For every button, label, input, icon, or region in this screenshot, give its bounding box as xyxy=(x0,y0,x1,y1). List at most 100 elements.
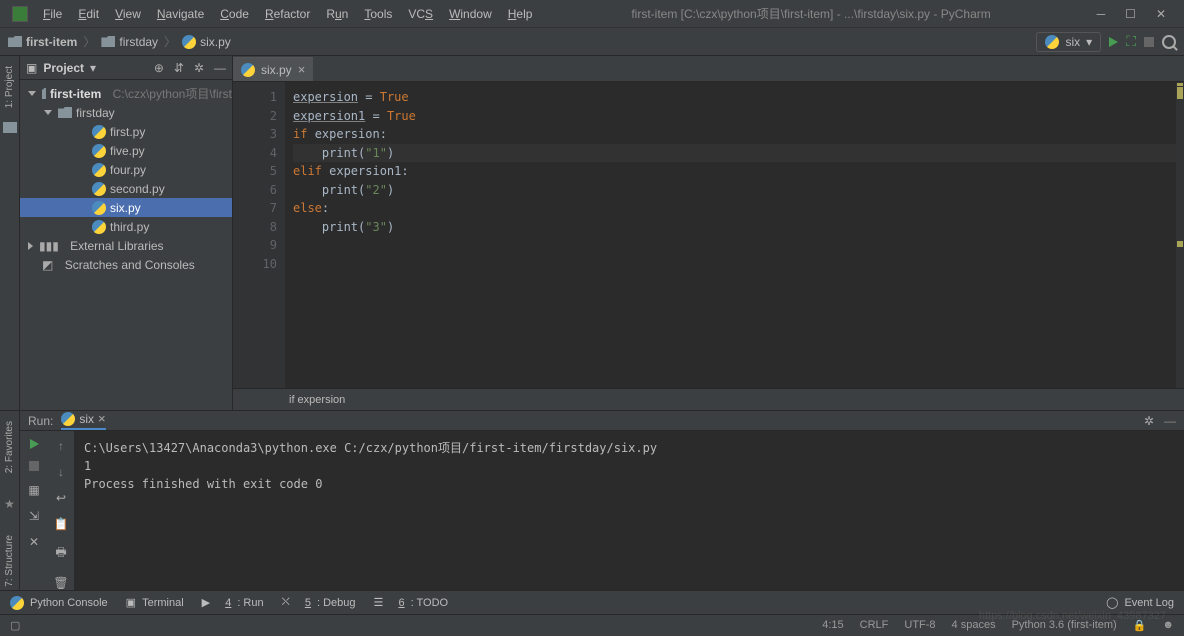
hide-icon[interactable]: — xyxy=(1164,414,1176,428)
search-button[interactable] xyxy=(1162,35,1176,49)
menu-navigate[interactable]: Navigate xyxy=(150,4,211,24)
folder-icon[interactable] xyxy=(3,122,17,133)
chevron-down-icon: ▾ xyxy=(1086,35,1092,49)
editor-marker-strip xyxy=(1176,82,1184,388)
menu-tools[interactable]: Tools xyxy=(357,4,399,24)
collapse-icon[interactable]: ⇵ xyxy=(174,61,184,75)
libraries-icon: ▮▮▮ xyxy=(39,239,59,253)
folder-icon xyxy=(58,107,72,118)
lock-icon[interactable]: 🔒 xyxy=(1133,619,1147,632)
hide-icon[interactable]: — xyxy=(214,61,226,75)
tab-terminal[interactable]: ▣Terminal xyxy=(126,596,184,609)
code-editor[interactable]: expersion = True expersion1 = True if ex… xyxy=(285,82,1176,388)
editor-tab[interactable]: six.py × xyxy=(233,57,313,81)
debug-button[interactable]: ⛶ xyxy=(1126,33,1136,50)
tab-debug[interactable]: ⛌ 5: Debug xyxy=(282,596,356,609)
menu-run[interactable]: Run xyxy=(319,4,355,24)
run-side-toolbar-2: ↑ ↓ ↩ 📋 🖶 🗑 xyxy=(48,431,74,590)
crumb-file-label: six.py xyxy=(200,35,231,49)
stop-run-button[interactable] xyxy=(29,461,39,471)
crumb-folder[interactable]: firstday xyxy=(101,35,158,49)
gear-icon[interactable]: ✲ xyxy=(194,61,204,75)
menu-view[interactable]: View xyxy=(108,4,148,24)
tree-file[interactable]: five.py xyxy=(20,141,232,160)
menu-refactor[interactable]: Refactor xyxy=(258,4,317,24)
folder-icon xyxy=(42,88,46,99)
menu-code[interactable]: Code xyxy=(213,4,256,24)
layout-toggle-icon[interactable]: ▢ xyxy=(10,619,20,632)
output-line: Process finished with exit code 0 xyxy=(84,475,1174,493)
tree-file[interactable]: third.py xyxy=(20,217,232,236)
print-icon[interactable]: 🖶 xyxy=(55,543,66,564)
sidetab-project[interactable]: 1: Project xyxy=(4,66,15,108)
tree-file[interactable]: four.py xyxy=(20,160,232,179)
tree-file-selected[interactable]: six.py xyxy=(20,198,232,217)
nav-breadcrumbs: first-item 〉 firstday 〉 six.py six ▾ ⛶ xyxy=(0,28,1184,56)
line-gutter: 1 2 3 4 5 6 7 8 9 10 xyxy=(233,82,285,388)
run-tab[interactable]: six × xyxy=(61,411,105,430)
todo-icon: ☰ xyxy=(374,596,384,609)
window-title: first-item [C:\czx\python项目\first-item] … xyxy=(539,5,1082,22)
close-button[interactable]: ✕ xyxy=(1156,7,1166,21)
close-tab-icon[interactable]: × xyxy=(298,62,306,77)
warning-marker[interactable] xyxy=(1177,83,1183,86)
menu-vcs[interactable]: VCS xyxy=(401,4,440,24)
status-encoding[interactable]: UTF-8 xyxy=(904,619,935,632)
status-interpreter[interactable]: Python 3.6 (first-item) xyxy=(1012,619,1117,632)
stop-button[interactable] xyxy=(1144,37,1154,47)
scroll-from-source-icon[interactable]: ⊕ xyxy=(154,61,164,75)
menu-file[interactable]: File xyxy=(36,4,69,24)
tab-todo[interactable]: ☰ 6: TODO xyxy=(374,596,449,609)
tree-file-label: second.py xyxy=(110,182,165,196)
down-arrow-icon[interactable]: ↓ xyxy=(58,465,64,479)
sidetab-structure[interactable]: 7: Structure xyxy=(4,535,15,587)
tab-event-log[interactable]: Event Log xyxy=(1124,597,1174,609)
crumb-root[interactable]: first-item xyxy=(8,35,77,49)
tree-scratches[interactable]: ◩ Scratches and Consoles xyxy=(20,255,232,274)
status-line-ending[interactable]: CRLF xyxy=(860,619,889,632)
run-output[interactable]: C:\Users\13427\Anaconda3\python.exe C:/c… xyxy=(74,431,1184,590)
tree-ext-lib[interactable]: ▮▮▮ External Libraries xyxy=(20,236,232,255)
chevron-down-icon[interactable]: ▾ xyxy=(90,61,96,75)
warning-marker[interactable] xyxy=(1177,241,1183,247)
warning-marker[interactable] xyxy=(1177,87,1183,99)
menu-edit[interactable]: Edit xyxy=(71,4,106,24)
play-icon: ▶ xyxy=(202,596,210,609)
tree-folder[interactable]: firstday xyxy=(20,103,232,122)
nav-toolbar: six ▾ ⛶ xyxy=(1036,32,1176,52)
maximize-button[interactable]: ☐ xyxy=(1125,7,1136,21)
sidetab-favorites[interactable]: 2: Favorites xyxy=(4,421,15,473)
scroll-icon[interactable]: 📋 xyxy=(54,517,69,531)
main-menu: File Edit View Navigate Code Refactor Ru… xyxy=(36,4,539,24)
tree-file[interactable]: first.py xyxy=(20,122,232,141)
close-icon[interactable]: ✕ xyxy=(29,535,39,549)
editor-body: 1 2 3 4 5 6 7 8 9 10 expersion = True ex… xyxy=(233,82,1184,388)
chevron-icon: 〉 xyxy=(79,33,99,50)
tree-root[interactable]: first-item C:\czx\python项目\first xyxy=(20,84,232,103)
menu-help[interactable]: Help xyxy=(501,4,540,24)
layout-icon[interactable]: ▦ xyxy=(28,483,39,497)
close-run-tab-icon[interactable]: × xyxy=(98,411,106,426)
python-icon xyxy=(92,220,106,234)
soft-wrap-icon[interactable]: ↩ xyxy=(56,491,66,505)
tab-python-console[interactable]: Python Console xyxy=(10,596,108,610)
rerun-button[interactable] xyxy=(30,439,39,449)
python-icon xyxy=(61,412,75,426)
run-button[interactable] xyxy=(1109,37,1118,47)
run-config-select[interactable]: six ▾ xyxy=(1036,32,1101,52)
bug-icon: ⛌ xyxy=(282,596,290,609)
pin-icon[interactable]: ⇲ xyxy=(29,509,39,523)
status-indent[interactable]: 4 spaces xyxy=(952,619,996,632)
minimize-button[interactable]: ─ xyxy=(1097,7,1106,21)
line-number: 1 xyxy=(233,88,277,107)
breadcrumb-text[interactable]: if expersion xyxy=(289,394,345,406)
status-cursor[interactable]: 4:15 xyxy=(822,619,843,632)
crumb-file[interactable]: six.py xyxy=(182,35,231,49)
tree-file[interactable]: second.py xyxy=(20,179,232,198)
trash-icon[interactable]: 🗑 xyxy=(53,576,68,590)
menu-window[interactable]: Window xyxy=(442,4,499,24)
inspector-icon[interactable]: ☻ xyxy=(1162,619,1174,632)
tab-run[interactable]: ▶ 4: Run xyxy=(202,596,264,609)
up-arrow-icon[interactable]: ↑ xyxy=(58,439,64,453)
gear-icon[interactable]: ✲ xyxy=(1144,414,1154,428)
